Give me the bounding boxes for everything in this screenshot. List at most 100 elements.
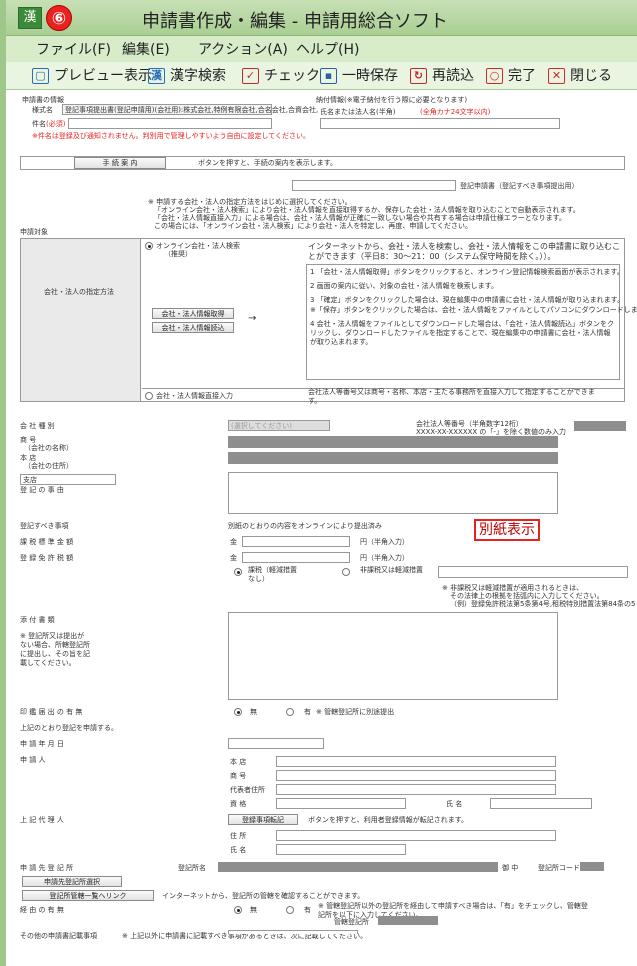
qual-label: 資 格	[230, 800, 247, 808]
via-no: 無	[250, 906, 257, 914]
reason-label: 登 記 の 事 由	[20, 486, 64, 494]
office-link-text: インターネットから、登記所の管轄を確認することができます。	[162, 892, 365, 900]
matter-label: 登記すべき事項	[20, 522, 69, 530]
hq2-label: 本 店	[230, 758, 247, 766]
done-button[interactable]: ○ 完了	[486, 66, 536, 86]
done-icon: ○	[486, 68, 503, 84]
addr-label: 住 所	[230, 832, 247, 840]
applicant-label: 申 請 人	[20, 756, 46, 764]
tax-reason-input[interactable]	[438, 566, 628, 578]
via-label: 経 由 の 有 無	[20, 906, 64, 914]
corp-info-get-button[interactable]: 会社・法人情報取得	[152, 308, 234, 319]
doc-title: 登記申請書（登記すべき事項提出用）	[460, 182, 579, 190]
yen-1: 金	[230, 538, 237, 546]
opt1-sub: （推奨）	[164, 250, 192, 258]
preview-button[interactable]: ▢ プレビュー表示	[32, 66, 152, 86]
menu-help[interactable]: ヘルプ(H)	[296, 39, 359, 59]
radio-taxable[interactable]	[234, 568, 242, 576]
temp-save-button[interactable]: ▪ 一時保存	[320, 66, 398, 86]
subject-input[interactable]	[68, 118, 272, 129]
radio-nontaxable[interactable]	[342, 568, 350, 576]
close-button[interactable]: ✕ 閉じる	[548, 66, 612, 86]
radio-via-no[interactable]	[234, 906, 242, 914]
radio-via-yes[interactable]	[286, 906, 294, 914]
reload-label: 再読込	[432, 68, 474, 84]
other-label: その他の申請書記載事項	[20, 932, 97, 940]
yen-suffix-1: 円（半角入力）	[360, 538, 409, 546]
radio-seal-yes[interactable]	[286, 708, 294, 716]
applicant-hq-input[interactable]	[276, 756, 556, 767]
subject-label: 件名	[32, 120, 46, 128]
applicant-name-input[interactable]	[276, 770, 556, 781]
tax-base-label: 課 税 標 準 金 額	[20, 538, 74, 546]
app-icon: 漢	[18, 7, 42, 29]
kanji-search-button[interactable]: 漢漢字検索	[148, 66, 226, 86]
tax-base-input[interactable]	[242, 536, 350, 547]
reason-textarea[interactable]	[228, 472, 558, 514]
reg-tax-input[interactable]	[242, 552, 350, 563]
type-label: 会 社 種 別	[20, 422, 55, 430]
attached-textarea[interactable]	[228, 612, 558, 700]
rep-addr-input[interactable]	[276, 784, 556, 795]
seal-note: ※ 管轄登記所に別途提出	[316, 708, 395, 716]
radio-seal-no[interactable]	[234, 708, 242, 716]
attached-label: 添 付 書 類	[20, 616, 55, 624]
payer-input[interactable]	[320, 118, 560, 129]
corp-no-redacted	[574, 421, 626, 431]
arrow-icon: →	[248, 313, 257, 324]
menu-action[interactable]: アクション(A)	[198, 39, 288, 59]
notice-4: この場合には、「オンライン会社・法人検索」により会社・法人を特定し、再度、申請し…	[154, 222, 472, 230]
agent-addr-input[interactable]	[276, 830, 556, 841]
rep-addr-label: 代表者住所	[230, 786, 265, 794]
close-label: 閉じる	[570, 68, 612, 84]
guide-text: ボタンを押すと、手続の案内を表示します。	[198, 159, 338, 167]
preview-icon: ▢	[32, 68, 49, 84]
apply-text: 上記のとおり登記を申請する。	[20, 724, 118, 732]
reload-icon: ↻	[410, 68, 427, 84]
menu-file[interactable]: ファイル(F)	[36, 39, 111, 59]
type-select-value: (選択してください)	[231, 422, 293, 430]
betsushi-button[interactable]: 別紙表示	[474, 519, 540, 541]
step-marker: ⑥	[46, 5, 72, 31]
qual-input[interactable]	[276, 798, 406, 809]
step-3-note: ※「保存」ボタンをクリックした場合は、会社・法人情報をファイルとしてパソコンにダ…	[310, 306, 637, 314]
fullname-input[interactable]	[490, 798, 592, 809]
office-select-button[interactable]: 申請先登記所選択	[22, 876, 122, 887]
date-input[interactable]	[228, 738, 324, 749]
radio-online-search[interactable]	[145, 242, 153, 250]
reload-button[interactable]: ↻ 再読込	[410, 66, 474, 86]
office-suffix: 御 中	[502, 864, 519, 872]
check-button[interactable]: ✓ チェック	[242, 66, 320, 86]
toolbar: ▢ プレビュー表示 漢漢字検索 ✓ チェック ▪ 一時保存 ↻ 再読込 ○ 完了 ✕ 閉じる	[6, 62, 637, 90]
hq-sub: （会社の住所）	[24, 462, 73, 470]
pref-select[interactable]: 支店	[20, 474, 116, 485]
close-icon: ✕	[548, 68, 565, 84]
save-icon: ▪	[320, 68, 337, 84]
guide-button[interactable]: 手 続 案 内	[74, 157, 166, 169]
user-text: ボタンを押すと、利用者登録情報が転記されます。	[308, 816, 469, 824]
name2-label: 商 号	[230, 772, 247, 780]
menu-edit[interactable]: 編集(E)	[122, 39, 170, 59]
target-label-cell	[21, 239, 141, 401]
window-title: 申請書作成・編集 - 申請用総合ソフト	[142, 11, 448, 32]
aname-label: 氏 名	[230, 846, 247, 854]
check-label: チェック	[264, 68, 320, 84]
payer-label: 氏名または法人名(半角)	[320, 108, 396, 116]
office-name-label: 登記所名	[178, 864, 206, 872]
agent-name-input[interactable]	[276, 844, 406, 855]
menu-bar: ファイル(F) 編集(E) アクション(A) ヘルプ(H)	[6, 36, 637, 62]
corp-info-read-button[interactable]: 会社・法人情報読込	[152, 322, 234, 333]
user-transfer-button[interactable]: 登録事項転記	[228, 814, 298, 825]
type-select[interactable]: (選択してください)	[228, 420, 330, 431]
office-code-label: 登記所コード	[538, 864, 580, 872]
office-label: 申 請 先 登 記 所	[20, 864, 74, 872]
doc-title-input[interactable]	[292, 180, 456, 191]
office-link-button[interactable]: 登記所管轄一覧へリンク	[22, 890, 154, 901]
check-icon: ✓	[242, 68, 259, 84]
via-yes: 有	[304, 906, 311, 914]
radio-direct-input[interactable]	[145, 392, 153, 400]
kanji-label: 漢字検索	[170, 68, 226, 84]
save-label: 一時保存	[342, 68, 398, 84]
via-office-redacted	[378, 916, 438, 925]
other-textarea[interactable]	[228, 930, 358, 934]
